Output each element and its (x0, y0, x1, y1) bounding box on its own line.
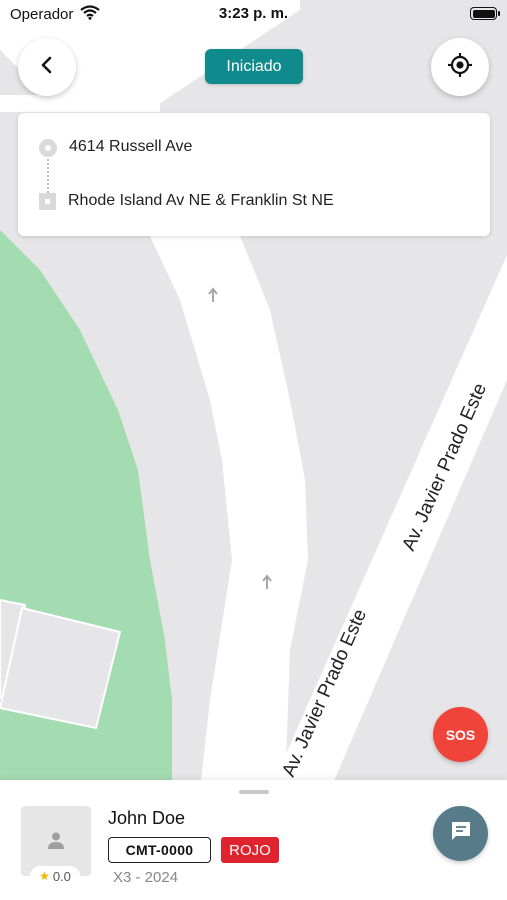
locate-button[interactable] (431, 38, 489, 96)
vehicle-model: X3 - 2024 (113, 869, 179, 886)
rating-value: 0.0 (52, 868, 71, 884)
destination-marker-icon (39, 193, 56, 210)
route-connector (47, 159, 49, 193)
map-road-center (150, 236, 308, 790)
driver-name: John Doe (108, 808, 186, 828)
clock: 3:23 p. m. (218, 5, 289, 22)
trip-status-badge: Iniciado (205, 49, 303, 84)
license-plate: CMT-0000 (108, 837, 211, 863)
sos-button[interactable]: SOS (433, 707, 488, 762)
chevron-left-icon (37, 55, 57, 80)
chat-icon (449, 819, 473, 848)
status-bar: Operador 3:23 p. m. (0, 0, 507, 28)
route-card: 4614 Russell Ave Rhode Island Av NE & Fr… (18, 113, 490, 236)
origin-address[interactable]: 4614 Russell Ave (69, 138, 192, 156)
drag-handle[interactable] (239, 790, 269, 794)
star-icon: ★ (39, 869, 50, 883)
chat-button[interactable] (433, 806, 488, 861)
origin-marker-icon (39, 139, 57, 157)
driver-bottom-sheet[interactable]: ★ 0.0 John Doe CMT-0000 ROJO X3 - 2024 (0, 780, 507, 900)
destination-address[interactable]: Rhode Island Av NE & Franklin St NE (68, 192, 334, 210)
crosshair-icon (447, 52, 473, 83)
driver-rating: ★ 0.0 (30, 866, 80, 886)
battery-icon (470, 7, 500, 20)
person-icon (46, 830, 66, 855)
vehicle-color-badge: ROJO (221, 837, 279, 863)
back-button[interactable] (18, 38, 76, 96)
